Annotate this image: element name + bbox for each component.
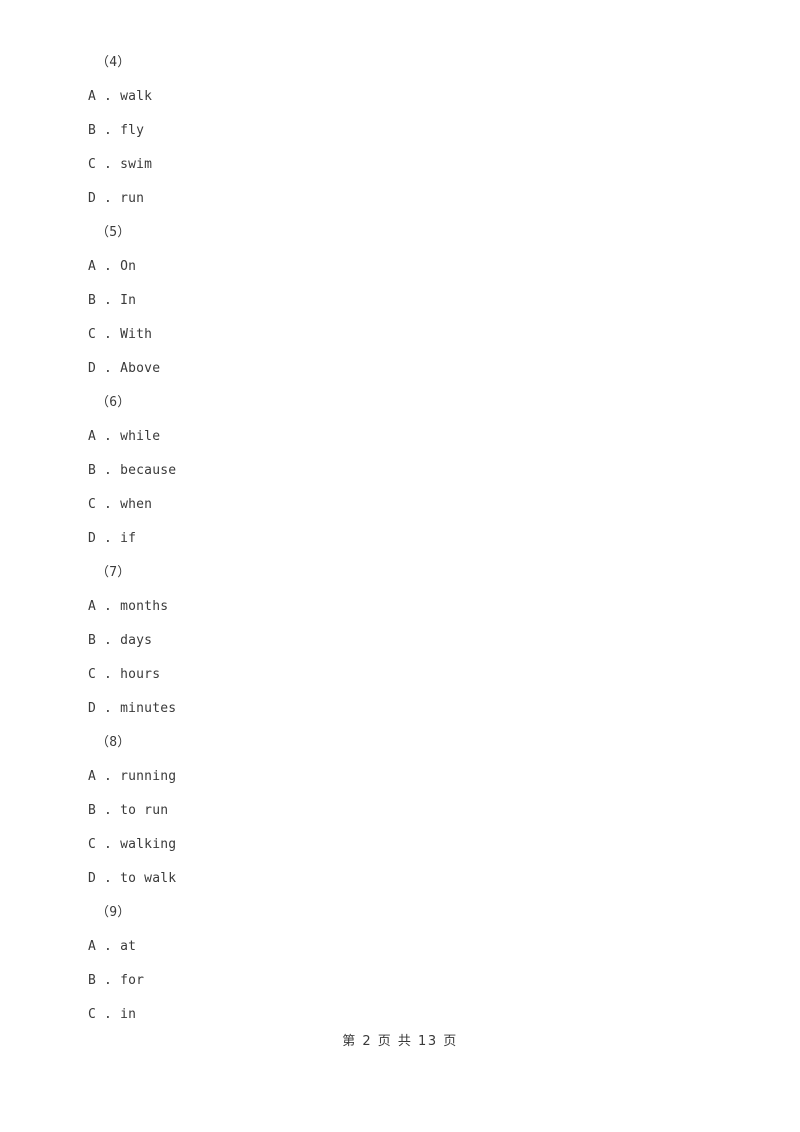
question-option[interactable]: C . hours: [88, 658, 748, 692]
page-footer: 第 2 页 共 13 页: [342, 1034, 458, 1049]
question-option[interactable]: B . to run: [88, 794, 748, 828]
question-block: （7） A . months B . days C . hours D . mi…: [88, 556, 748, 726]
question-option[interactable]: C . when: [88, 488, 748, 522]
question-number: （5）: [96, 225, 131, 240]
question-option[interactable]: A . On: [88, 250, 748, 284]
question-option[interactable]: B . days: [88, 624, 748, 658]
question-number: （6）: [96, 395, 131, 410]
question-block: （5） A . On B . In C . With D . Above: [88, 216, 748, 386]
question-number: （9）: [96, 905, 131, 920]
question-option[interactable]: A . running: [88, 760, 748, 794]
question-option[interactable]: A . walk: [88, 80, 748, 114]
question-number: （7）: [96, 565, 131, 580]
question-option[interactable]: B . because: [88, 454, 748, 488]
question-option[interactable]: D . Above: [88, 352, 748, 386]
question-block: （6） A . while B . because C . when D . i…: [88, 386, 748, 556]
question-option[interactable]: D . to walk: [88, 862, 748, 896]
question-block: （9） A . at B . for C . in: [88, 896, 748, 1032]
question-option[interactable]: B . In: [88, 284, 748, 318]
document-page: （4） A . walk B . fly C . swim D . run （5…: [0, 0, 800, 1132]
question-option[interactable]: C . With: [88, 318, 748, 352]
question-list: （4） A . walk B . fly C . swim D . run （5…: [88, 46, 748, 1032]
question-option[interactable]: B . fly: [88, 114, 748, 148]
question-number: （4）: [96, 55, 131, 70]
question-option[interactable]: A . at: [88, 930, 748, 964]
question-number: （8）: [96, 735, 131, 750]
question-option[interactable]: C . swim: [88, 148, 748, 182]
question-block: （4） A . walk B . fly C . swim D . run: [88, 46, 748, 216]
question-option[interactable]: D . if: [88, 522, 748, 556]
question-option[interactable]: D . minutes: [88, 692, 748, 726]
question-block: （8） A . running B . to run C . walking D…: [88, 726, 748, 896]
question-option[interactable]: A . while: [88, 420, 748, 454]
question-option[interactable]: C . in: [88, 998, 748, 1032]
question-option[interactable]: C . walking: [88, 828, 748, 862]
question-option[interactable]: A . months: [88, 590, 748, 624]
question-option[interactable]: D . run: [88, 182, 748, 216]
question-option[interactable]: B . for: [88, 964, 748, 998]
